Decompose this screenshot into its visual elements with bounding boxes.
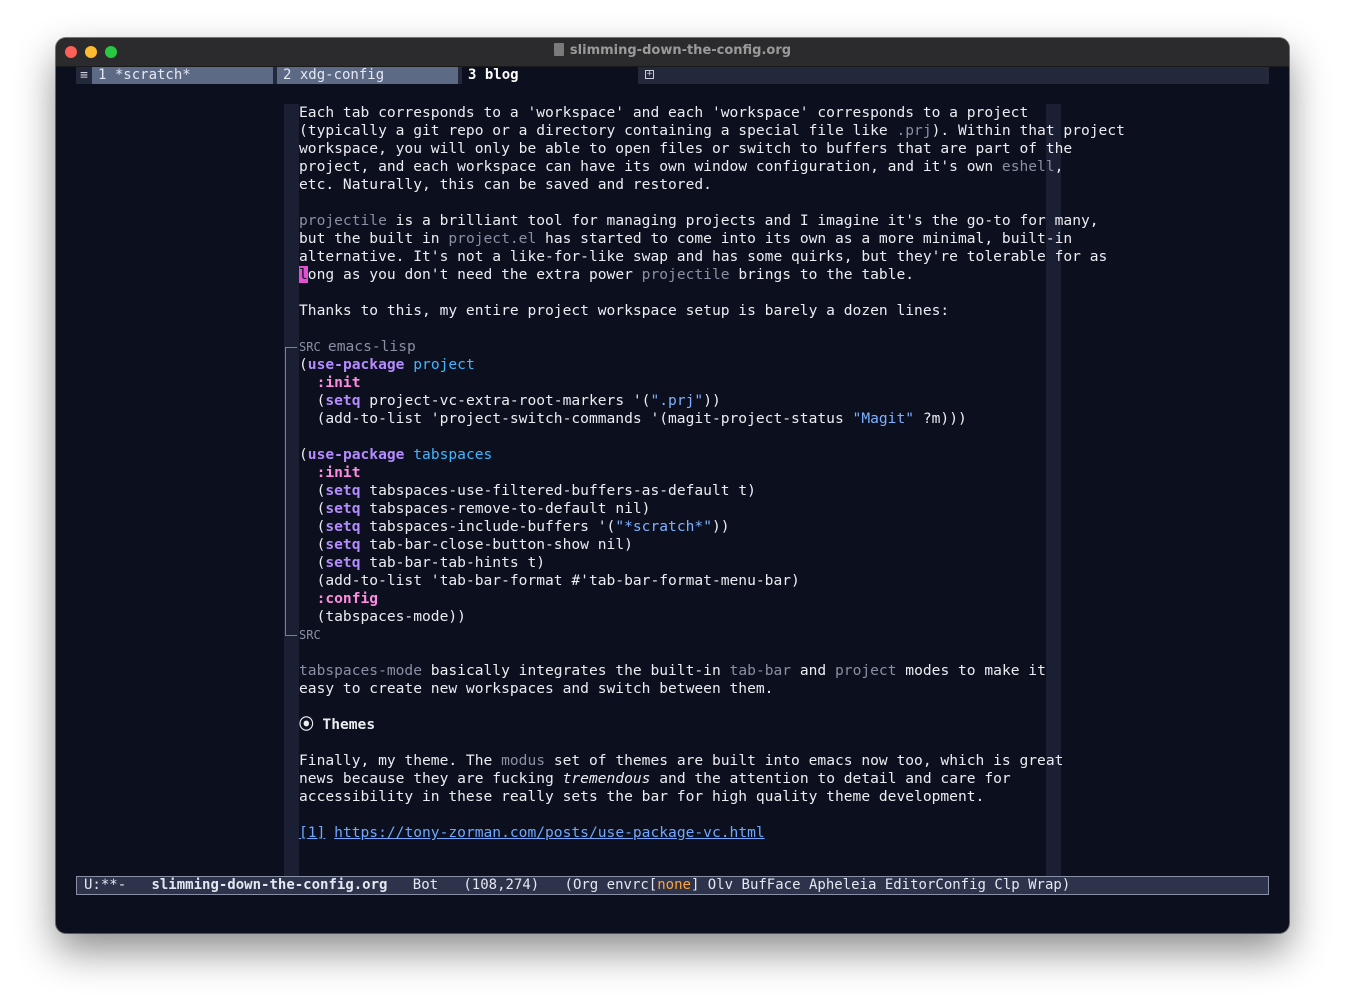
code-line: (tabspaces-mode)) [299,608,466,625]
org-heading-themes[interactable]: ⦿ Themes [299,716,375,734]
text-line: Each tab corresponds to a 'workspace' an… [299,104,1029,121]
text-cursor: l [299,266,308,283]
code-line: (setq project-vc-extra-root-markers '(".… [299,392,721,409]
tab-blog[interactable]: 3 blog [462,67,638,84]
emacs-window: slimming-down-the-config.org ≡ 1 *scratc… [56,38,1289,933]
window-title: slimming-down-the-config.org [56,43,1289,58]
footnote-url-link[interactable]: https://tony-zorman.com/posts/use-packag… [334,824,765,841]
src-block-bracket [285,347,298,635]
modeline-buffer-name: slimming-down-the-config.org [151,877,388,893]
code-line: :config [316,590,379,607]
code-line: (setq tabspaces-use-filtered-buffers-as-… [299,482,756,499]
modeline-modes-prefix: (Org envrc[ [564,877,658,893]
text-line: tabspaces-mode basically integrates the … [299,662,1046,679]
text-line: Thanks to this, my entire project worksp… [299,302,950,319]
footnote-label-link[interactable]: [1] [299,824,325,841]
code-line: (add-to-list 'tab-bar-format #'tab-bar-f… [299,572,800,589]
menu-bar-icon[interactable]: ≡ [76,67,92,84]
code-line: (use-package project [299,356,475,373]
src-block-header: SRC emacs-lisp [299,338,416,355]
text-line: workspace, you will only be able to open… [299,140,1073,157]
src-block-end-rule [285,635,297,636]
text-line: etc. Naturally, this can be saved and re… [299,176,712,193]
mode-line: U:**- slimming-down-the-config.org Bot (… [76,876,1269,895]
text-line: Finally, my theme. The modus set of them… [299,752,1064,769]
title-bar: slimming-down-the-config.org [56,38,1289,67]
code-line: (add-to-list 'project-switch-commands '(… [299,410,967,427]
tab-scratch[interactable]: 1 *scratch* [92,67,273,84]
modeline-coords: (108,274) [463,877,540,893]
heading-bullet-icon: ⦿ [299,716,314,733]
new-tab-icon[interactable]: + [645,70,654,79]
code-line: (setq tabspaces-remove-to-default nil) [299,500,651,517]
text-line: easy to create new workspaces and switch… [299,680,774,697]
document-icon [553,43,564,56]
modeline-position: Bot [412,877,439,893]
modeline-state: U:**- [84,877,127,893]
tab-xdg-config[interactable]: 2 xdg-config [277,67,458,84]
code-line: (setq tabspaces-include-buffers '("*scra… [299,518,730,535]
buffer-text-area[interactable]: Each tab corresponds to a 'workspace' an… [285,104,1125,877]
text-line: project, and each workspace can have its… [299,158,1064,175]
text-line: alternative. It's not a like-for-like sw… [299,248,1108,265]
text-line: news because they are fucking tremendous… [299,770,1011,787]
text-line: but the built in project.el has started … [299,230,1073,247]
text-line: accessibility in these really sets the b… [299,788,985,805]
code-line: (use-package tabspaces [299,446,493,463]
code-line: (setq tab-bar-tab-hints t) [299,554,546,571]
text-line: (typically a git repo or a directory con… [299,122,1125,139]
text-line: projectile is a brilliant tool for manag… [299,212,1099,229]
text-line: long as you don't need the extra power p… [299,266,915,283]
src-block-footer: SRC [299,628,321,642]
code-line: :init [316,374,361,391]
tab-bar: ≡ 1 *scratch* 2 xdg-config 3 blog + [76,67,1269,84]
footnote-line: [1] https://tony-zorman.com/posts/use-pa… [299,824,765,842]
code-line: (setq tab-bar-close-button-show nil) [299,536,633,553]
modeline-envrc-status: none [657,877,691,893]
code-line: :init [316,464,361,481]
modeline-modes-suffix: ] Olv BufFace Apheleia EditorConfig Clp … [690,877,1071,893]
